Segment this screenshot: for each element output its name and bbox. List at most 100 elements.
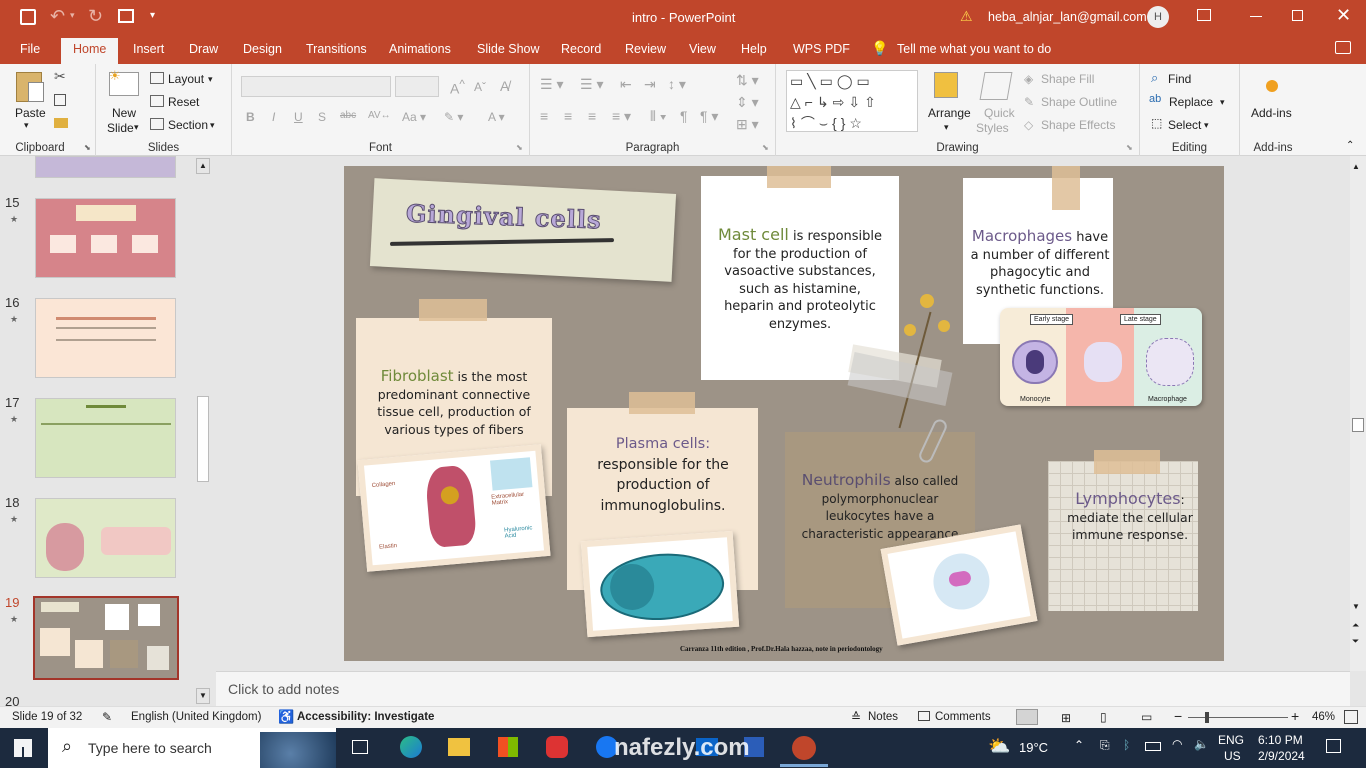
- collapse-ribbon-icon[interactable]: ⌃: [1346, 140, 1354, 151]
- accessibility-status[interactable]: Accessibility: Investigate: [297, 711, 434, 723]
- slide-thumbnail-17[interactable]: [35, 398, 176, 478]
- redo-icon[interactable]: ↻: [88, 6, 103, 27]
- notification-icon[interactable]: [1326, 739, 1341, 753]
- scroll-down-icon[interactable]: ▼: [1352, 602, 1360, 611]
- close-icon[interactable]: ✕: [1336, 5, 1351, 26]
- quick-styles-icon[interactable]: [979, 72, 1013, 100]
- scrollbar-thumb[interactable]: [1352, 418, 1364, 432]
- scrollbar-thumb[interactable]: [197, 396, 209, 482]
- customize-toolbar-icon[interactable]: ▾: [150, 10, 155, 21]
- align-center-icon[interactable]: ≡: [564, 108, 572, 124]
- slide-thumbnail-18[interactable]: [35, 498, 176, 578]
- notes-button[interactable]: Notes: [868, 711, 898, 723]
- columns-icon[interactable]: ⫴ ▾: [650, 108, 667, 125]
- align-right-icon[interactable]: ≡: [588, 108, 596, 124]
- fibroblast-image[interactable]: Collagen Extracellular Matrix Elastin Hy…: [357, 444, 551, 572]
- change-case-icon[interactable]: Aa ▾: [402, 110, 426, 124]
- clock-time[interactable]: 6:10 PM: [1258, 733, 1303, 747]
- tab-insert[interactable]: Insert: [133, 42, 164, 56]
- paste-button[interactable]: Paste: [15, 106, 46, 120]
- tab-view[interactable]: View: [689, 42, 716, 56]
- arrange-icon[interactable]: [934, 72, 958, 98]
- plasma-cell-image[interactable]: [580, 530, 740, 638]
- scroll-up-icon[interactable]: ▲: [1352, 162, 1360, 171]
- bullets-icon[interactable]: ☰ ▾: [540, 76, 563, 93]
- zoom-slider[interactable]: [1188, 717, 1288, 718]
- font-name-dropdown[interactable]: [241, 76, 391, 97]
- underline-icon[interactable]: U: [294, 110, 303, 124]
- ribbon-display-icon[interactable]: [1197, 9, 1211, 21]
- slide-thumbnail-15[interactable]: [35, 198, 176, 278]
- tab-draw[interactable]: Draw: [189, 42, 218, 56]
- addins-button[interactable]: Add-ins: [1251, 106, 1292, 120]
- section-button[interactable]: Section: [168, 118, 208, 132]
- chevron-down-icon[interactable]: ▾: [70, 10, 75, 21]
- file-explorer-icon[interactable]: [448, 738, 470, 756]
- tab-record[interactable]: Record: [561, 42, 601, 56]
- clear-formatting-icon[interactable]: A̸: [500, 78, 509, 94]
- smartart-icon[interactable]: ⊞ ▾: [736, 116, 759, 133]
- input-language-2[interactable]: US: [1224, 749, 1241, 763]
- align-left-icon[interactable]: ≡: [540, 108, 548, 124]
- layout-icon[interactable]: [150, 72, 164, 84]
- tab-slide-show[interactable]: Slide Show: [477, 42, 540, 56]
- shadow-icon[interactable]: S: [318, 110, 326, 124]
- dialog-launcher-icon[interactable]: ⬊: [762, 143, 769, 152]
- slide-sorter-icon[interactable]: ⊞: [1061, 711, 1071, 725]
- shape-effects-button[interactable]: Shape Effects: [1041, 118, 1116, 132]
- strikethrough-icon[interactable]: abc: [340, 110, 356, 121]
- slideshow-icon[interactable]: ▭: [1141, 710, 1152, 724]
- tab-wps-pdf[interactable]: WPS PDF: [793, 42, 850, 56]
- quick-styles-button-line2[interactable]: Styles: [976, 121, 1009, 135]
- copy-icon[interactable]: [54, 94, 66, 106]
- chevron-down-icon[interactable]: ▾: [210, 120, 215, 131]
- zoom-out-icon[interactable]: −: [1174, 708, 1182, 724]
- macrophage-text[interactable]: Macrophages have a number of different p…: [970, 227, 1110, 299]
- highlight-icon[interactable]: ✎ ▾: [444, 110, 463, 124]
- slide-counter[interactable]: Slide 19 of 32: [12, 711, 82, 723]
- find-button[interactable]: Find: [1168, 72, 1191, 86]
- usb-icon[interactable]: ⎘: [1100, 738, 1110, 753]
- slide-thumbnail-19-selected[interactable]: [33, 596, 179, 680]
- notes-icon[interactable]: ≙: [851, 710, 861, 724]
- present-icon[interactable]: [118, 9, 134, 23]
- line-spacing-icon[interactable]: ↕ ▾: [668, 76, 686, 93]
- wifi-icon[interactable]: ◠: [1172, 737, 1182, 751]
- shape-effects-icon[interactable]: ◇: [1024, 118, 1033, 132]
- thumbnail-scrollbar[interactable]: ▲ ▼: [196, 158, 210, 704]
- previous-slide-icon[interactable]: ⏶: [1352, 620, 1359, 631]
- zoom-level[interactable]: 46%: [1312, 711, 1335, 723]
- shapes-gallery[interactable]: ▭╲▭◯▭ △⌐↳⇨⇩⇧ ⌇⌒⌣{}☆: [786, 70, 918, 132]
- plasma-cells-text[interactable]: Plasma cells: responsible for the product…: [574, 434, 752, 516]
- reading-view-icon[interactable]: ▯: [1100, 710, 1107, 724]
- replace-icon[interactable]: ab: [1149, 93, 1161, 105]
- format-painter-icon[interactable]: [54, 118, 68, 128]
- select-button[interactable]: Select: [1168, 118, 1201, 132]
- font-size-dropdown[interactable]: [395, 76, 439, 97]
- dialog-launcher-icon[interactable]: ⬊: [84, 143, 91, 152]
- cut-icon[interactable]: ✂: [54, 68, 66, 85]
- ltr-icon[interactable]: ¶ ▾: [700, 108, 718, 125]
- layout-button[interactable]: Layout: [168, 72, 204, 86]
- monocyte-macrophage-image[interactable]: Early stage Late stage Monocyte Macropha…: [1000, 308, 1202, 406]
- italic-icon[interactable]: I: [272, 110, 275, 124]
- bold-icon[interactable]: B: [246, 110, 255, 124]
- chevron-down-icon[interactable]: ▾: [134, 122, 139, 133]
- normal-view-icon[interactable]: [1016, 709, 1038, 725]
- dialog-launcher-icon[interactable]: ⬊: [1126, 143, 1133, 152]
- zoom-in-icon[interactable]: +: [1291, 708, 1299, 724]
- tab-home[interactable]: Home: [61, 38, 119, 64]
- decrease-indent-icon[interactable]: ⇤: [620, 76, 632, 93]
- tab-help[interactable]: Help: [741, 42, 767, 56]
- notes-pane[interactable]: Click to add notes: [216, 671, 1350, 706]
- wps-icon[interactable]: [546, 736, 568, 758]
- undo-icon[interactable]: ↶: [50, 6, 65, 27]
- replace-button[interactable]: Replace: [1169, 95, 1213, 109]
- chevron-down-icon[interactable]: ▾: [1220, 97, 1225, 108]
- citation-text[interactable]: Carranza 11th edition , Prof.Dr.Hala haz…: [680, 645, 883, 653]
- quick-styles-button-line1[interactable]: Quick: [984, 106, 1015, 120]
- save-icon[interactable]: [20, 9, 36, 25]
- reset-icon[interactable]: [150, 95, 164, 107]
- main-scrollbar[interactable]: ▲ ▼ ⏶ ⏷: [1350, 156, 1366, 671]
- volume-icon[interactable]: 🔈: [1194, 737, 1209, 751]
